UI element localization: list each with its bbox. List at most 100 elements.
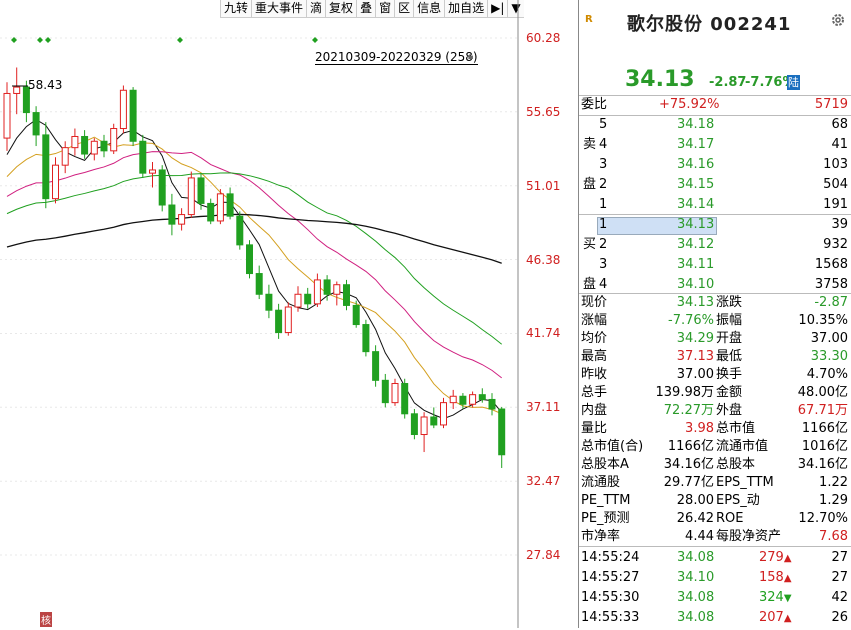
candle-body — [275, 309, 283, 334]
candle-body — [246, 244, 253, 275]
stat-key: 流通股 — [581, 475, 621, 490]
candle-body — [207, 202, 215, 222]
lock-icon[interactable]: 🔒︎ — [468, 51, 473, 62]
stat-row: 现价 34.13 涨跌 -2.87 — [579, 294, 851, 312]
kline-chart-area[interactable]: 九转 重大事件滴复权叠窗区信息 加自选 ▶| ▼ 20210309-20220329 (… — [0, 0, 578, 628]
candle-body — [90, 140, 98, 155]
candle-body — [139, 140, 147, 174]
gear-icon[interactable] — [830, 12, 846, 28]
y-tick-label: 60.28 — [526, 31, 561, 45]
candle-body — [498, 408, 506, 456]
event-marker[interactable] — [37, 37, 43, 43]
stat-key: 总股本A — [581, 457, 629, 472]
tick-count: 27 — [831, 550, 848, 565]
stat-row: 量比 3.98 总市值 1166亿 — [579, 420, 851, 438]
stat-row: 内盘 72.27万 外盘 67.71万 — [579, 402, 851, 420]
up-arrow-icon: ▲ — [783, 573, 792, 584]
candle-body — [440, 402, 447, 426]
candle-body — [255, 273, 263, 295]
stat-key: 振幅 — [716, 313, 743, 328]
sell-level-3[interactable]: 3 34.16 103 — [579, 156, 851, 174]
candle-body — [420, 416, 428, 436]
sell-level-1[interactable]: 1 34.14 191 — [579, 196, 851, 214]
level-volume: 1568 — [814, 257, 848, 272]
stat-value: 1166亿 — [801, 421, 848, 436]
stat-key: 金额 — [716, 385, 743, 400]
candle-body — [187, 177, 195, 216]
buy-level-4[interactable]: 盘 4 34.10 3758 — [579, 276, 851, 294]
rzrq-badge: R — [585, 14, 593, 25]
stat-value: 1016亿 — [801, 439, 848, 454]
candle-body — [478, 394, 486, 400]
candle-body — [459, 395, 467, 405]
stat-value: 67.71万 — [797, 403, 848, 418]
stat-value: 34.13 — [676, 295, 714, 310]
tick-price: 34.08 — [677, 610, 715, 625]
stat-key: 量比 — [581, 421, 608, 436]
stat-value: 48.00亿 — [797, 385, 848, 400]
candle-body — [197, 177, 205, 204]
tick-time: 14:55:33 — [581, 610, 640, 625]
candle-body — [333, 284, 341, 295]
stat-key: 总手 — [581, 385, 608, 400]
tick-count: 42 — [831, 590, 848, 605]
candle-body — [178, 214, 186, 225]
sell-level-2[interactable]: 盘 2 34.15 504 — [579, 176, 851, 194]
tick-row: 14:55:27 34.10 158▲ 27 — [579, 567, 851, 589]
stat-row: 涨幅 -7.76% 振幅 10.35% — [579, 312, 851, 330]
stat-key: 内盘 — [581, 403, 608, 418]
candle-body — [149, 169, 156, 174]
stat-value: 29.77亿 — [663, 475, 714, 490]
buy-level-1[interactable]: 1 34.13 39 — [579, 216, 851, 235]
sell-level-5[interactable]: 5 34.18 68 — [579, 116, 851, 134]
candle-body — [110, 128, 118, 152]
event-marker[interactable] — [312, 37, 318, 43]
stat-row: 市净率 4.44 每股净资产 7.68 — [579, 528, 851, 546]
y-tick-label: 51.01 — [526, 178, 561, 193]
stat-row: PE_TTM 28.00 EPS_动 1.29 — [579, 492, 851, 510]
level-price: 34.16 — [677, 157, 715, 172]
stat-key: 总市值 — [716, 421, 756, 436]
stat-value: 37.13 — [676, 349, 714, 364]
candle-body — [313, 279, 321, 305]
market-badge: 陆 — [787, 75, 800, 90]
level-price: 34.11 — [677, 257, 715, 272]
level-num: 5 — [599, 117, 608, 132]
stat-key: 现价 — [581, 295, 608, 310]
y-tick-label: 46.38 — [526, 252, 561, 267]
kline-chart[interactable] — [0, 0, 578, 628]
current-price: 34.13 — [625, 67, 695, 92]
tick-time: 14:55:30 — [581, 590, 640, 605]
stat-value: 139.98万 — [655, 385, 715, 400]
stat-key: ROE — [716, 511, 744, 526]
stat-key: PE_预测 — [581, 511, 630, 526]
tick-price: 34.08 — [677, 550, 715, 565]
side-label: 盘 — [583, 277, 597, 292]
candle-body — [469, 394, 477, 405]
tick-price: 34.10 — [677, 570, 715, 585]
candle-body — [265, 293, 273, 311]
stat-value: 1.22 — [819, 475, 848, 490]
stat-row: 流通股 29.77亿 EPS_TTM 1.22 — [579, 474, 851, 492]
sell-level-4[interactable]: 卖 4 34.17 41 — [579, 136, 851, 154]
stat-key: 换手 — [716, 367, 743, 382]
stock-title: 歌尔股份 002241 — [627, 14, 792, 35]
level-num: 3 — [599, 257, 608, 272]
ma10-line — [6, 136, 502, 415]
buy-level-3[interactable]: 3 34.11 1568 — [579, 256, 851, 274]
candle-body — [284, 306, 292, 334]
candle-body — [401, 383, 409, 415]
stat-value: 37.00 — [810, 331, 848, 346]
corner-mark: 核 — [40, 612, 52, 627]
stat-key: 外盘 — [716, 403, 743, 418]
candle-body — [119, 89, 127, 130]
candle-body — [381, 379, 389, 404]
stat-key: 均价 — [581, 331, 608, 346]
event-marker[interactable] — [177, 37, 183, 43]
tick-time: 14:55:27 — [581, 570, 640, 585]
candle-body — [391, 383, 399, 404]
buy-level-2[interactable]: 买 2 34.12 932 — [579, 236, 851, 254]
candle-body — [61, 147, 69, 166]
stat-value: 1.29 — [819, 493, 848, 508]
candle-body — [362, 324, 370, 353]
